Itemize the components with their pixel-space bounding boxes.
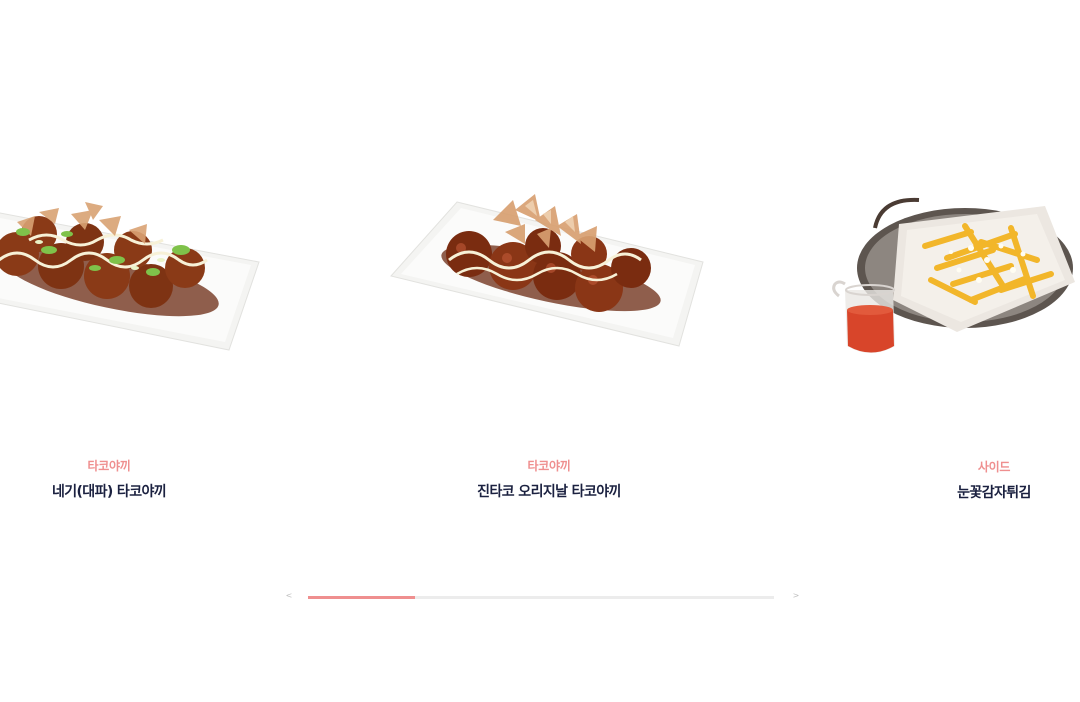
progress-track[interactable]	[308, 596, 774, 599]
negi-takoyaki-image[interactable]	[0, 150, 329, 410]
menu-card[interactable]: 사이드 눈꽃감자튀김	[775, 0, 1080, 520]
menu-carousel: 타코야끼 네기(대파) 타코야끼 타코야끼 진타코 오리지날 타코야끼 사이드 …	[0, 0, 1080, 702]
menu-card[interactable]: 타코야끼 진타코 오리지날 타코야끼	[329, 0, 769, 520]
card-category: 타코야끼	[87, 459, 131, 473]
original-takoyaki-image[interactable]	[329, 150, 769, 410]
card-title[interactable]: 진타코 오리지날 타코야끼	[329, 481, 769, 501]
progress-fill	[308, 596, 415, 599]
menu-card[interactable]: 타코야끼 네기(대파) 타코야끼	[0, 0, 329, 520]
card-category: 타코야끼	[527, 459, 571, 473]
card-category: 사이드	[977, 460, 1011, 474]
snow-fries-image[interactable]	[775, 150, 1080, 410]
next-arrow-icon[interactable]: >	[790, 589, 802, 603]
card-title[interactable]: 네기(대파) 타코야끼	[0, 481, 329, 501]
carousel-pager: < >	[283, 588, 803, 608]
prev-arrow-icon[interactable]: <	[283, 589, 295, 603]
card-title[interactable]: 눈꽃감자튀김	[774, 482, 1080, 502]
